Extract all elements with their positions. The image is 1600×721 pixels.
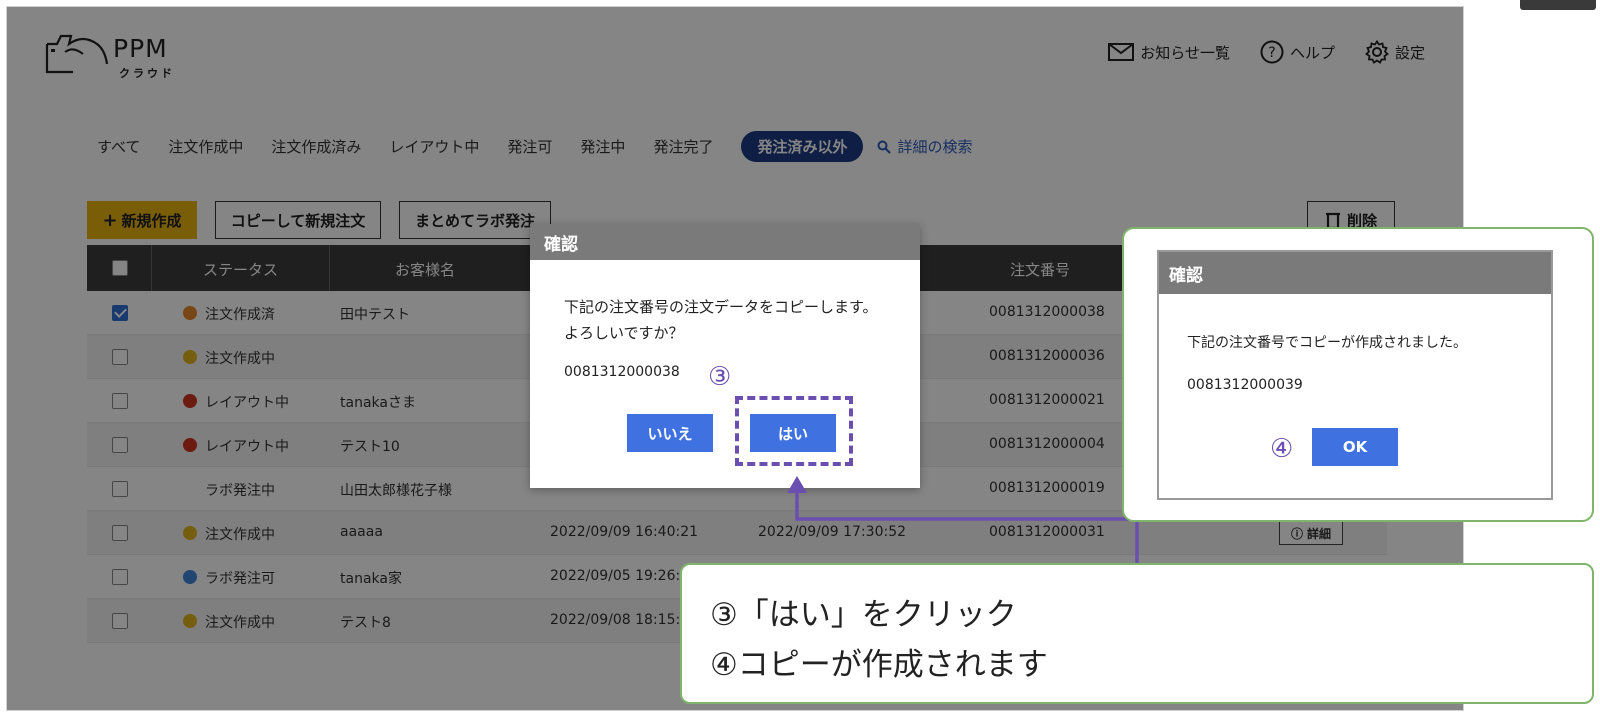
step4-marker: ④ <box>1270 434 1294 464</box>
copy-complete-dialog: 確認 下記の注文番号でコピーが作成されました。 0081312000039 OK <box>1157 250 1553 500</box>
complete-dialog-order-number: 0081312000039 <box>1187 377 1303 393</box>
ok-button[interactable]: OK <box>1312 428 1398 466</box>
note-line-1: ③「はい」をクリック <box>710 597 1017 633</box>
complete-dialog-title: 確認 <box>1159 252 1551 294</box>
instruction-note: ③「はい」をクリック ④コピーが作成されます <box>680 563 1594 704</box>
note-line-2: ④コピーが作成されます <box>710 647 1048 683</box>
complete-dialog-message: 下記の注文番号でコピーが作成されました。 <box>1187 335 1467 351</box>
